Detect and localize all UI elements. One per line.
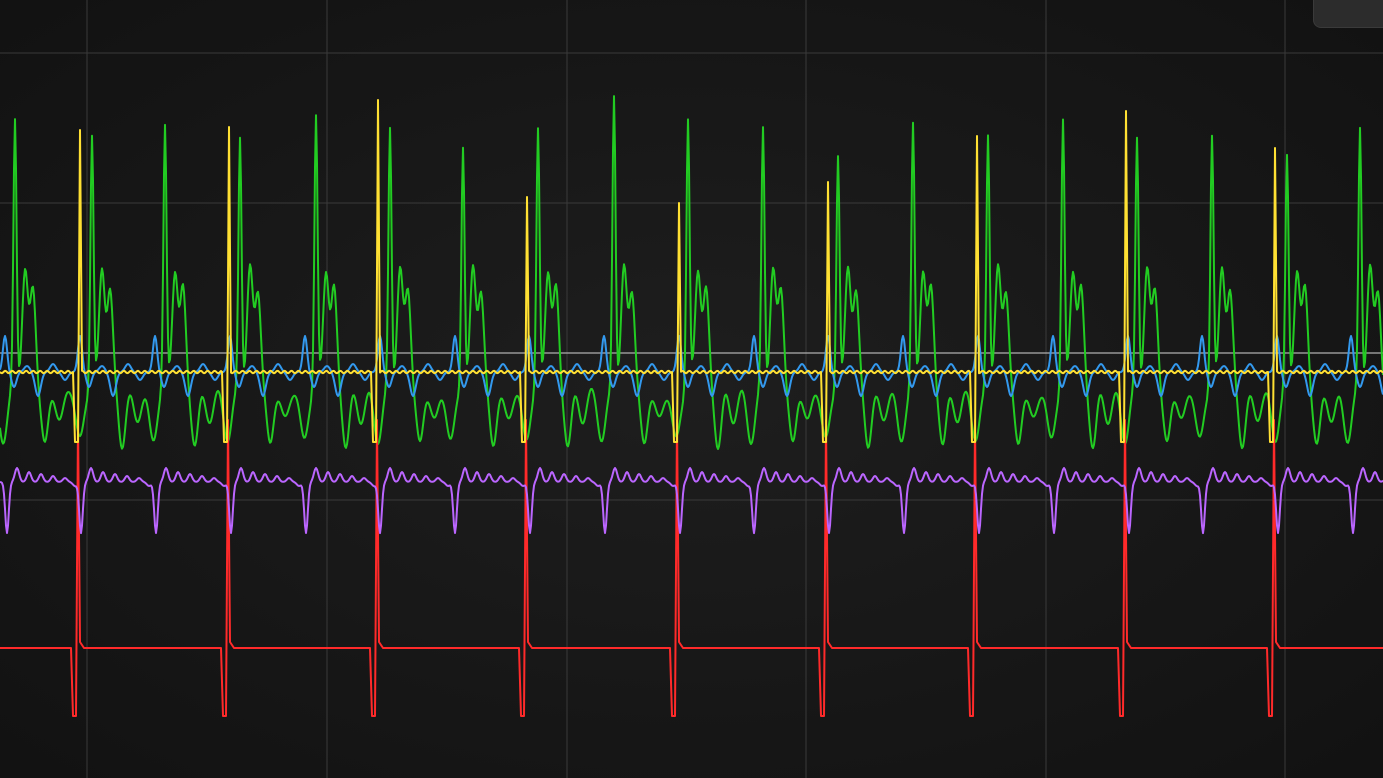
- chart-background: [0, 0, 1383, 778]
- monitor-screen: [0, 0, 1383, 778]
- corner-button[interactable]: [1313, 0, 1383, 28]
- waveform-chart: [0, 0, 1383, 778]
